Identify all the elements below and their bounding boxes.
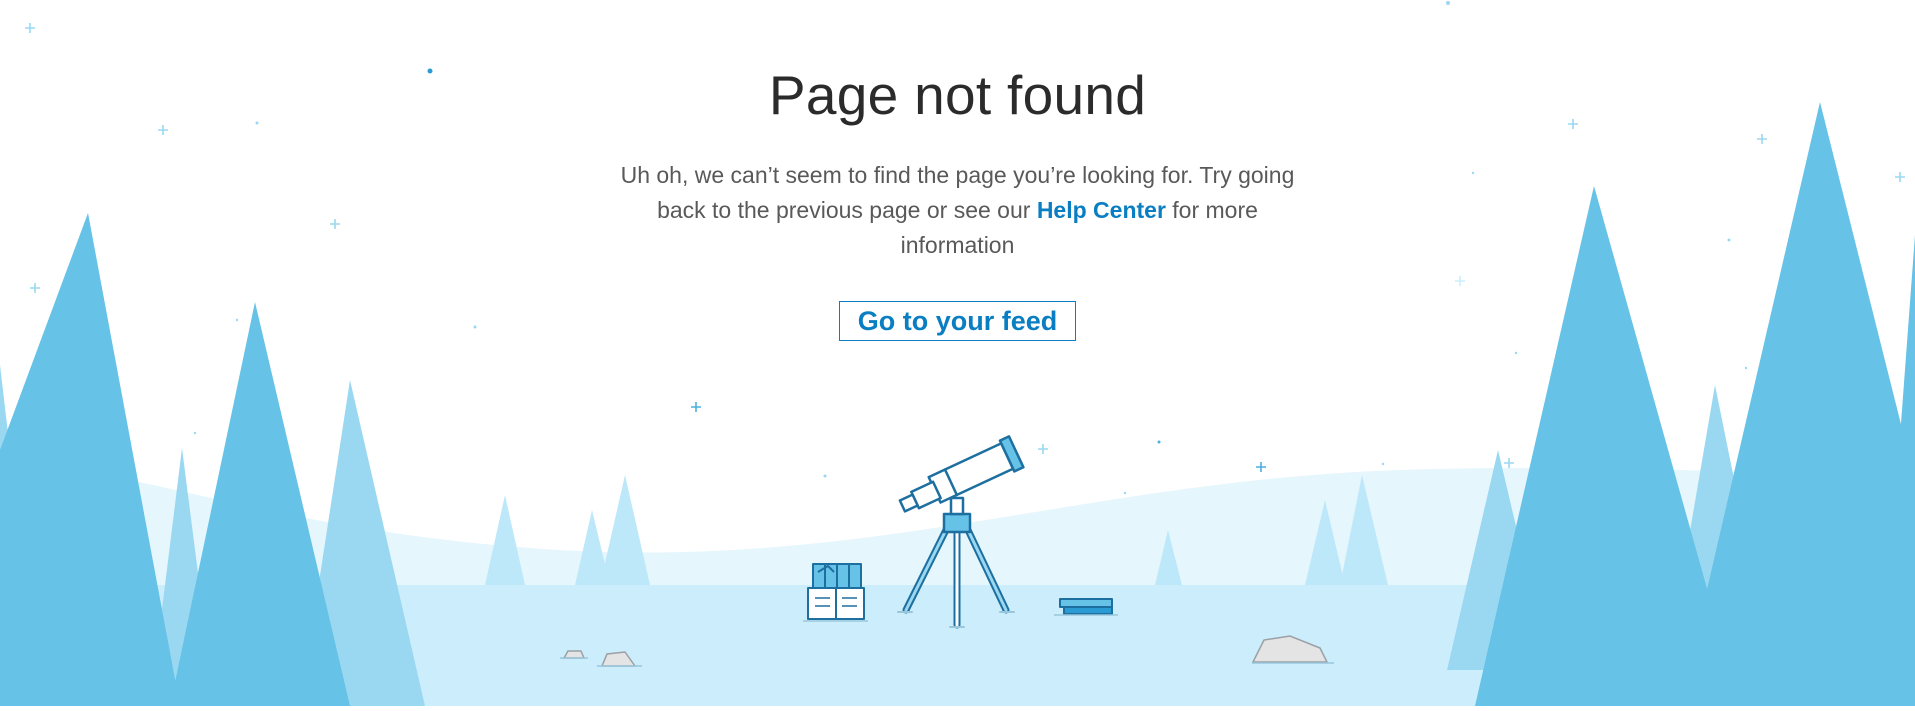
books-icon (803, 563, 868, 622)
help-center-link[interactable]: Help Center (1037, 197, 1166, 223)
page-title: Page not found (768, 64, 1147, 126)
right-forest (1447, 102, 1915, 706)
go-to-feed-button[interactable]: Go to your feed (839, 301, 1076, 341)
error-description: Uh oh, we can’t seem to find the page yo… (600, 158, 1315, 263)
left-forest (0, 213, 425, 706)
book-stack-icon (1054, 598, 1118, 616)
